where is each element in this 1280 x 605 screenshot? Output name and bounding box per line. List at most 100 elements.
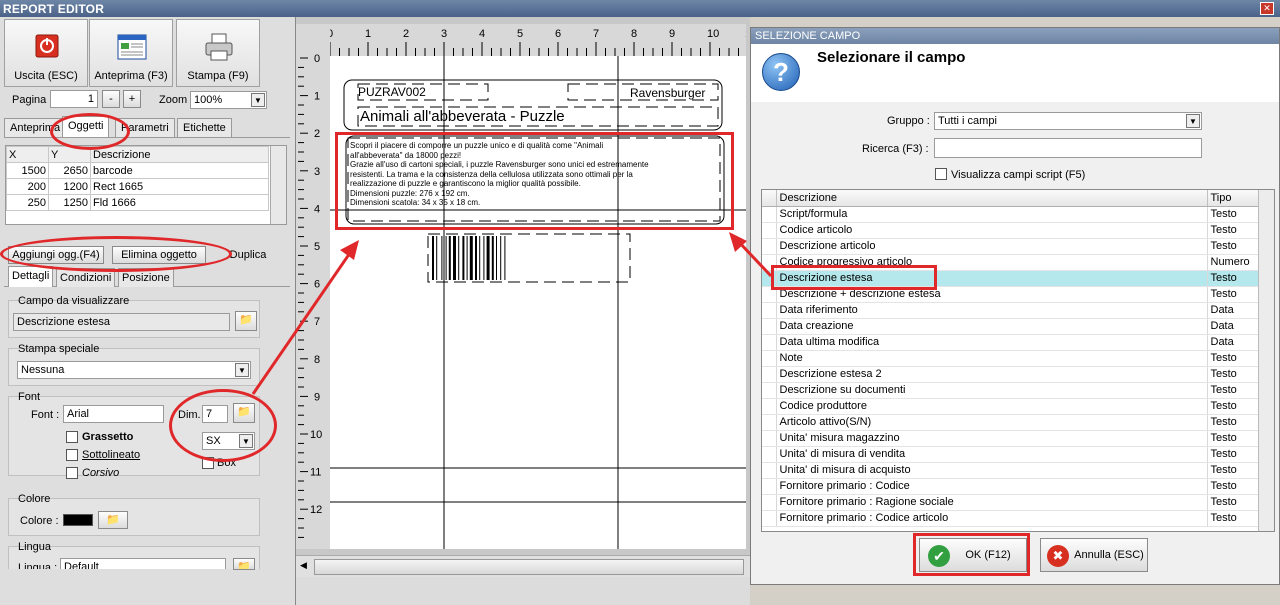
table-row[interactable]: 250 1250 Fld 1666 [6, 194, 269, 211]
annotation-ellipse [50, 113, 130, 150]
page-plus-button[interactable]: + [123, 90, 141, 108]
annotation-ellipse [0, 236, 232, 272]
field-row[interactable]: Data creazione Data [762, 318, 1262, 335]
cell-y: 2650 [48, 162, 91, 179]
field-description: Fornitore primario : Codice articolo [776, 510, 1208, 527]
field-row[interactable]: Unita' di misura di acquisto Testo [762, 462, 1262, 479]
cancel-button[interactable]: ✖ Annulla (ESC) [1040, 538, 1148, 572]
chevron-down-icon[interactable]: ▼ [251, 93, 265, 107]
row-selector [762, 382, 777, 399]
chevron-down-icon[interactable]: ▼ [1186, 114, 1200, 128]
font-label: Font : [31, 409, 60, 421]
cell-y: 1250 [48, 194, 91, 211]
annotation-ellipse [169, 389, 277, 462]
field-type: Testo [1207, 446, 1262, 463]
label-title: Animali all'abbeverata - Puzzle [360, 108, 565, 125]
page-input[interactable]: 1 [50, 90, 98, 108]
field-description: Data riferimento [776, 302, 1208, 319]
field-type: Testo [1207, 222, 1262, 239]
field-row[interactable]: Fornitore primario : Ragione sociale Test… [762, 494, 1262, 511]
folder-icon[interactable]: 📁 [233, 558, 255, 570]
field-row[interactable]: Unita' misura magazzino Testo [762, 430, 1262, 447]
print-label: Stampa (F9) [187, 70, 249, 82]
field-type: Data [1207, 302, 1262, 319]
ruler-tick-label: 4 [479, 28, 485, 40]
bold-checkbox[interactable] [66, 431, 78, 443]
field-row[interactable]: Fornitore primario : Codice articolo Test… [762, 510, 1262, 527]
annotation-box [771, 265, 937, 290]
exit-button[interactable]: Uscita (ESC) [4, 19, 88, 87]
cell-desc: Fld 1666 [90, 194, 269, 211]
field-type: Testo [1207, 350, 1262, 367]
ruler-tick-label: 4 [314, 203, 320, 215]
page-label: Pagina [12, 94, 47, 106]
chevron-down-icon[interactable]: ▼ [235, 363, 249, 377]
field-row[interactable]: Fornitore primario : Codice Testo [762, 478, 1262, 495]
barcode-bar [486, 236, 490, 280]
ruler-tick-label: 3 [314, 166, 320, 178]
ruler-tick-label: 6 [314, 279, 320, 291]
font-input[interactable]: Arial [63, 405, 164, 423]
scroll-thumb[interactable] [314, 559, 744, 575]
field-description: Articolo attivo(S/N) [776, 414, 1208, 431]
close-icon[interactable]: ✕ [1260, 2, 1274, 15]
dialog-heading: Selezionare il campo [817, 49, 966, 66]
script-label: Visualizza campi script (F5) [951, 169, 1086, 181]
ruler-top: 01234567891011 [296, 24, 777, 56]
field-row[interactable]: Data riferimento Data [762, 302, 1262, 319]
tab-labels[interactable]: Etichette [177, 118, 232, 137]
field-row[interactable]: Descrizione estesa 2 Testo [762, 366, 1262, 383]
field-description: Codice articolo [776, 222, 1208, 239]
field-group-title: Campo da visualizzare [18, 295, 130, 307]
barcode-bar [466, 236, 468, 280]
exit-icon [31, 32, 63, 62]
search-label: Ricerca (F3) : [862, 143, 929, 155]
ruler-tick-label: 11 [745, 28, 746, 40]
group-label: Gruppo : [887, 115, 930, 127]
folder-icon[interactable]: 📁 [98, 511, 128, 529]
ruler-tick-label: 10 [707, 28, 719, 40]
report-canvas[interactable]: PUZRAV002 Ravensburger Animali all'abbev… [330, 56, 746, 549]
field-row[interactable]: Unita' di misura di vendita Testo [762, 446, 1262, 463]
field-type: Testo [1207, 510, 1262, 527]
underline-checkbox[interactable] [66, 449, 78, 461]
language-group-title: Lingua [18, 541, 52, 553]
cell-x: 250 [6, 194, 49, 211]
scroll-left-icon[interactable]: ◀ [300, 560, 307, 571]
table-row[interactable]: 200 1200 Rect 1665 [6, 178, 269, 195]
horizontal-scrollbar[interactable]: ◀ [296, 555, 750, 577]
special-select[interactable]: Nessuna ▼ [17, 361, 251, 379]
window-title: REPORT EDITOR [0, 0, 1280, 17]
left-panel: Uscita (ESC) Anteprima (F3) Stampa (F9) … [0, 17, 296, 605]
italic-checkbox[interactable] [66, 467, 78, 479]
list-scrollbar[interactable] [1258, 190, 1274, 531]
zoom-select[interactable]: 100% ▼ [190, 91, 267, 109]
barcode-bar [462, 236, 465, 280]
tab-details[interactable]: Dettagli [8, 266, 54, 287]
field-description: Unita' di misura di acquisto [776, 462, 1208, 479]
field-description: Fornitore primario : Codice [776, 478, 1208, 495]
field-type: Testo [1207, 478, 1262, 495]
field-row[interactable]: Data ultima modifica Data [762, 334, 1262, 351]
field-row[interactable]: Descrizione articolo Testo [762, 238, 1262, 255]
col-desc: Descrizione [90, 146, 269, 163]
field-row[interactable]: Codice articolo Testo [762, 222, 1262, 239]
field-row[interactable]: Descrizione su documenti Testo [762, 382, 1262, 399]
field-description: Note [776, 350, 1208, 367]
field-row[interactable]: Note Testo [762, 350, 1262, 367]
folder-icon[interactable]: 📁 [235, 311, 257, 331]
objects-scrollbar[interactable] [270, 146, 286, 224]
search-input[interactable] [934, 138, 1202, 158]
barcode-bar [458, 236, 460, 280]
script-checkbox[interactable] [935, 168, 947, 180]
group-select[interactable]: Tutti i campi ▼ [934, 112, 1202, 130]
page-minus-button[interactable]: - [102, 90, 120, 108]
table-row[interactable]: 1500 2650 barcode [6, 162, 269, 179]
field-row[interactable]: Codice produttore Testo [762, 398, 1262, 415]
preview-button[interactable]: Anteprima (F3) [89, 19, 173, 87]
field-row[interactable]: Articolo attivo(S/N) Testo [762, 414, 1262, 431]
print-button[interactable]: Stampa (F9) [176, 19, 260, 87]
dialog-header: ? Selezionare il campo [751, 44, 1279, 102]
field-type: Data [1207, 334, 1262, 351]
field-row[interactable]: Script/formula Testo [762, 206, 1262, 223]
